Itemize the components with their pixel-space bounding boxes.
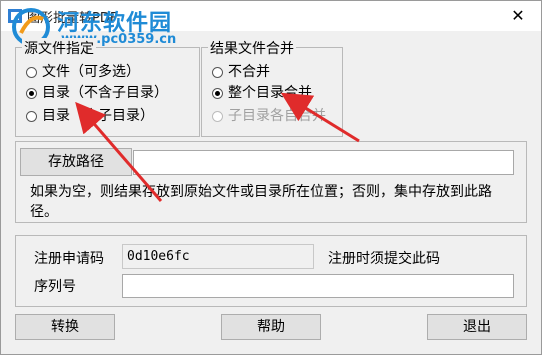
- exit-button[interactable]: 退出: [427, 314, 527, 340]
- close-button[interactable]: ✕: [501, 3, 535, 29]
- radio-label: 不合并: [228, 64, 270, 80]
- output-path-input[interactable]: [133, 150, 514, 175]
- source-group-legend: 源文件指定: [22, 38, 96, 58]
- radio-indicator[interactable]: [26, 111, 37, 122]
- merge-group: 结果文件合并 不合并 整个目录合并 子目录各自合并: [201, 38, 343, 137]
- radio-label: 目录（含子目录）: [42, 108, 154, 124]
- radio-label: 目录（不含子目录）: [42, 85, 168, 101]
- radio-label: 整个目录合并: [228, 85, 312, 101]
- radio-indicator[interactable]: [212, 67, 223, 78]
- registration-group: 注册申请码 注册时须提交此码 序列号: [15, 235, 527, 307]
- radio-indicator[interactable]: [212, 111, 223, 122]
- help-button[interactable]: 帮助: [221, 314, 321, 340]
- radio-label: 文件（可多选）: [42, 64, 140, 80]
- source-group: 源文件指定 文件（可多选） 目录（不含子目录） 目录（含子目录）: [15, 38, 200, 137]
- request-code-hint: 注册时须提交此码: [328, 251, 440, 267]
- radio-indicator[interactable]: [26, 88, 37, 99]
- radio-indicator[interactable]: [26, 67, 37, 78]
- request-code-label: 注册申请码: [34, 251, 104, 267]
- output-hint: 如果为空，则结果存放到原始文件或目录所在位置；否则，集中存放到此路径。: [30, 184, 492, 220]
- request-code-field[interactable]: [122, 244, 314, 269]
- output-hint-line: 如果为空，则结果存放到原始文件或目录所在位置；否则，集中存放到此路径。: [30, 182, 514, 222]
- serial-input[interactable]: [122, 274, 514, 298]
- radio-label: 子目录各自合并: [228, 108, 326, 124]
- radio-indicator[interactable]: [212, 88, 223, 99]
- output-path-button[interactable]: 存放路径: [20, 148, 132, 176]
- merge-group-legend: 结果文件合并: [208, 38, 296, 58]
- serial-label: 序列号: [34, 279, 76, 295]
- convert-button[interactable]: 转换: [15, 314, 115, 340]
- output-group: 存放路径 如果为空，则结果存放到原始文件或目录所在位置；否则，集中存放到此路径。: [15, 141, 527, 223]
- main-window: 图形批量转PDF ✕ 河东软件园 www.pc0359.cn 源文件指定 文件（…: [0, 0, 542, 355]
